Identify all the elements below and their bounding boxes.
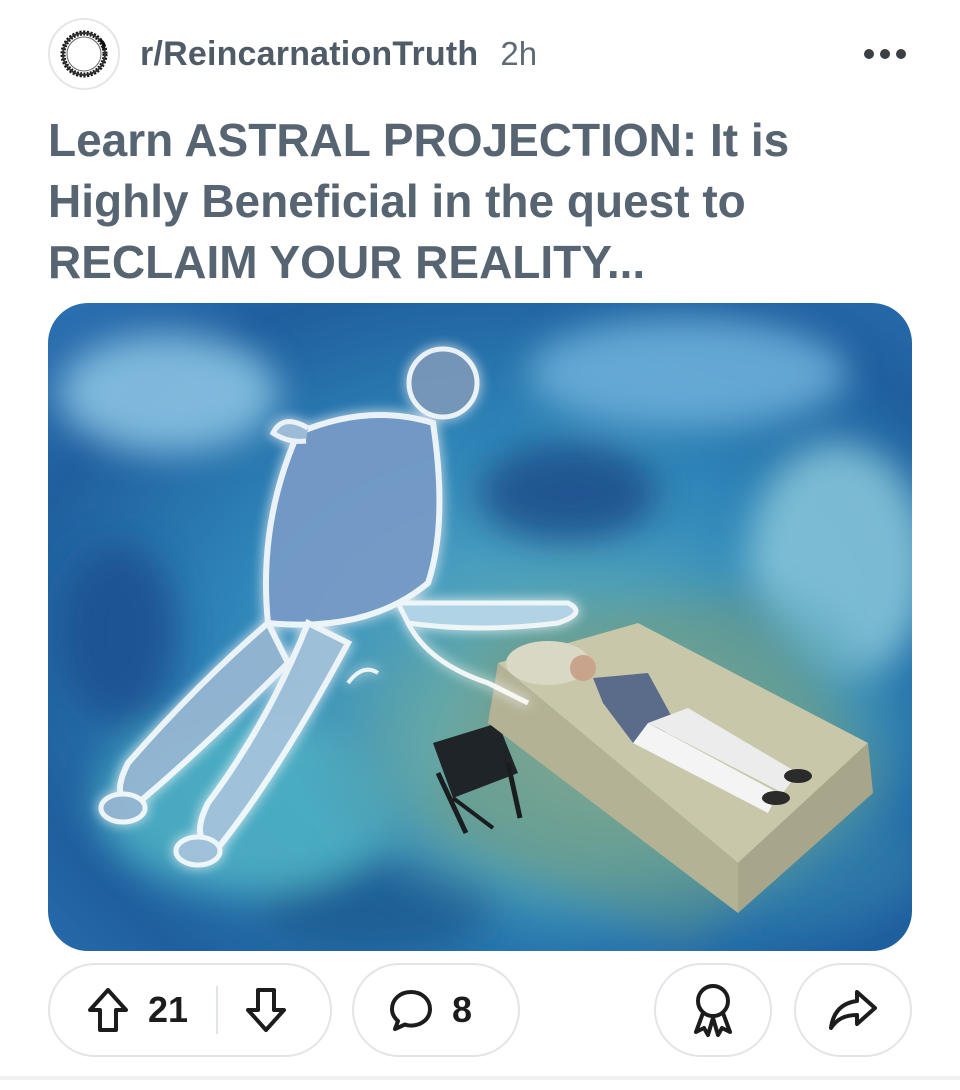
arrow-down-icon (246, 988, 287, 1032)
comment-count: 8 (452, 989, 473, 1030)
upvote-button[interactable] (86, 986, 130, 1034)
post-age: 2h (500, 35, 538, 72)
post-header: r/ReincarnationTruth 2h (48, 16, 912, 92)
more-horizontal-icon (864, 49, 906, 59)
post-card: r/ReincarnationTruth 2h Learn ASTRAL PRO… (0, 0, 960, 1090)
arrow-up-icon (88, 988, 128, 1032)
comments-button[interactable]: 8 (352, 963, 520, 1057)
post-image[interactable] (48, 303, 912, 951)
upvote-count: 21 (148, 989, 189, 1030)
astral-projection-illustration (48, 303, 912, 951)
subreddit-avatar[interactable] (48, 18, 120, 90)
share-arrow-icon (829, 990, 877, 1030)
award-ribbon-icon (694, 984, 732, 1037)
post-actions: 21 8 (48, 963, 912, 1059)
more-options-button[interactable] (858, 34, 912, 74)
vote-divider (216, 986, 219, 1034)
share-button[interactable] (794, 963, 912, 1057)
speech-bubble-icon (390, 990, 432, 1031)
comment-icon-wrap (388, 987, 434, 1033)
post-title[interactable]: Learn ASTRAL PROJECTION: It is Highly Be… (48, 110, 868, 293)
vote-controls: 21 (48, 963, 332, 1057)
subreddit-name[interactable]: r/ReincarnationTruth (140, 35, 478, 74)
ouroboros-icon (60, 30, 108, 78)
award-button[interactable] (654, 963, 772, 1057)
downvote-button[interactable] (244, 986, 288, 1034)
post-separator (0, 1076, 960, 1080)
